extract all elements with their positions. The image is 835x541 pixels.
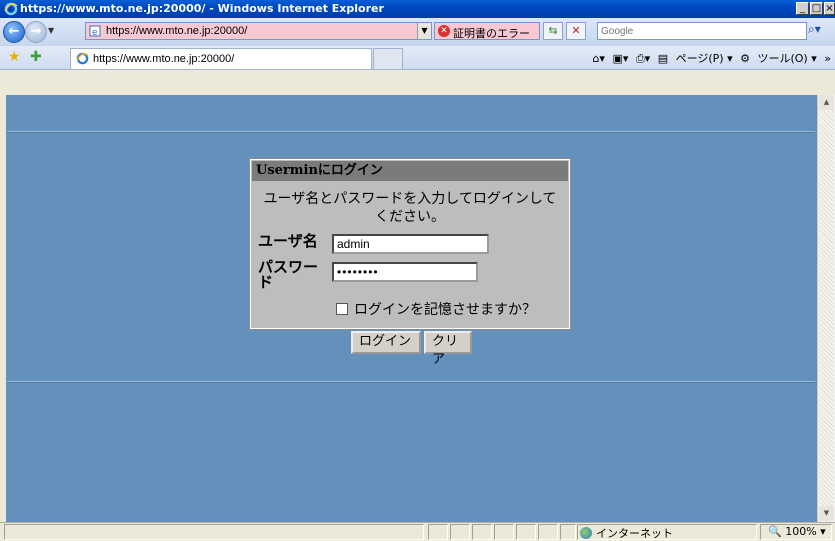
remember-checkbox[interactable] <box>336 303 348 315</box>
status-text-cell <box>4 524 424 540</box>
status-cell <box>472 524 492 540</box>
forward-button[interactable]: → <box>25 21 47 43</box>
address-dropdown-icon[interactable]: ▼ <box>417 23 431 39</box>
search-button[interactable]: ⌕▾ <box>808 22 834 40</box>
status-cell <box>428 524 448 540</box>
certificate-error-button[interactable]: ✕ 証明書のエラー <box>434 22 540 40</box>
home-icon[interactable]: ⌂▾ <box>592 52 605 65</box>
ie-tab-icon <box>76 52 89 65</box>
search-input[interactable] <box>601 24 796 38</box>
address-bar[interactable]: e https://www.mto.ne.jp:20000/ ▼ <box>85 22 432 40</box>
magnifier-icon: ⌕▾ <box>808 22 821 36</box>
forward-arrow-icon: → <box>30 24 42 39</box>
page-menu[interactable]: ▤ ページ(P) ▾ <box>658 52 733 65</box>
favorites-star-icon[interactable]: ★ <box>8 49 21 65</box>
frame-border <box>0 70 835 95</box>
security-zone[interactable]: インターネット <box>580 525 673 541</box>
feeds-icon[interactable]: ▣▾ <box>612 52 628 65</box>
address-toolbar: ← → ▼ e https://www.mto.ne.jp:20000/ ▼ ✕… <box>0 18 835 46</box>
search-box[interactable] <box>597 22 807 40</box>
tools-menu[interactable]: ⚙ ツール(O) ▾ <box>740 52 817 65</box>
history-dropdown-icon[interactable]: ▼ <box>48 26 54 35</box>
username-field[interactable] <box>332 234 489 254</box>
zoom-label: 100% <box>785 525 817 538</box>
top-divider <box>7 131 815 133</box>
status-bar: インターネット 🔍 100% ▾ <box>0 522 835 541</box>
status-cell <box>450 524 470 540</box>
maximize-button[interactable]: □ <box>810 2 823 15</box>
scroll-track[interactable] <box>819 111 834 506</box>
zone-label: インターネット <box>596 527 673 540</box>
refresh-icon: ⇆ <box>548 24 558 37</box>
ie-logo-icon <box>4 2 18 16</box>
shield-error-icon: ✕ <box>438 25 450 37</box>
stop-icon: ✕ <box>571 24 581 37</box>
address-url[interactable]: https://www.mto.ne.jp:20000/ <box>106 25 247 37</box>
username-label: ユーザ名 <box>258 232 318 250</box>
page-menu-label: ページ(P) <box>675 52 724 65</box>
scroll-up-icon[interactable]: ▲ <box>819 95 834 110</box>
vertical-scrollbar[interactable]: ▲ ▼ <box>817 95 835 522</box>
remember-label: ログインを記憶させますか？ <box>354 302 536 318</box>
remember-login[interactable]: ログインを記憶させますか？ <box>336 299 536 319</box>
zoom-icon: 🔍 <box>768 525 782 538</box>
window-titlebar: https://www.mto.ne.jp:20000/ - Windows I… <box>0 0 835 18</box>
page-icon: e <box>89 25 101 37</box>
new-tab-button[interactable] <box>373 48 403 69</box>
back-button[interactable]: ← <box>3 21 25 43</box>
password-field[interactable] <box>332 262 478 282</box>
page-content: Userminにログイン ユーザ名とパスワードを入力してログインしてください。 … <box>6 95 817 522</box>
login-heading: Userminにログイン <box>252 161 568 181</box>
status-cell <box>516 524 536 540</box>
back-arrow-icon: ← <box>8 24 20 39</box>
clear-button[interactable]: クリア <box>424 331 472 367</box>
stop-button[interactable]: ✕ <box>566 22 586 40</box>
window-title: https://www.mto.ne.jp:20000/ - Windows I… <box>20 2 384 15</box>
login-button[interactable]: ログイン <box>351 331 421 354</box>
tab-bar: ★ ✚ https://www.mto.ne.jp:20000/ ⌂▾ ▣▾ ⎙… <box>0 46 835 70</box>
login-message: ユーザ名とパスワードを入力してログインしてください。 <box>263 191 557 225</box>
tools-menu-label: ツール(O) <box>757 52 808 65</box>
password-label: パスワード <box>258 258 319 291</box>
zoom-control[interactable]: 🔍 100% ▾ <box>768 525 826 538</box>
close-button[interactable]: × <box>824 2 835 15</box>
scroll-down-icon[interactable]: ▼ <box>819 506 834 521</box>
add-favorite-icon[interactable]: ✚ <box>30 49 42 65</box>
certificate-error-label: 証明書のエラー <box>453 27 530 40</box>
login-panel: Userminにログイン ユーザ名とパスワードを入力してログインしてください。 … <box>249 158 571 330</box>
status-cell <box>494 524 514 540</box>
minimize-button[interactable]: _ <box>796 2 809 15</box>
refresh-button[interactable]: ⇆ <box>543 22 563 40</box>
status-cell <box>538 524 558 540</box>
browser-tab[interactable]: https://www.mto.ne.jp:20000/ <box>70 48 372 69</box>
status-cell <box>560 524 576 540</box>
chevron-more-icon[interactable]: » <box>824 52 831 65</box>
svg-text:e: e <box>92 28 98 37</box>
bottom-divider <box>7 381 815 383</box>
globe-icon <box>580 527 592 539</box>
tab-label: https://www.mto.ne.jp:20000/ <box>93 53 235 65</box>
command-bar: ⌂▾ ▣▾ ⎙▾ ▤ ページ(P) ▾ ⚙ ツール(O) ▾ » <box>588 50 831 66</box>
print-icon[interactable]: ⎙▾ <box>636 52 650 65</box>
